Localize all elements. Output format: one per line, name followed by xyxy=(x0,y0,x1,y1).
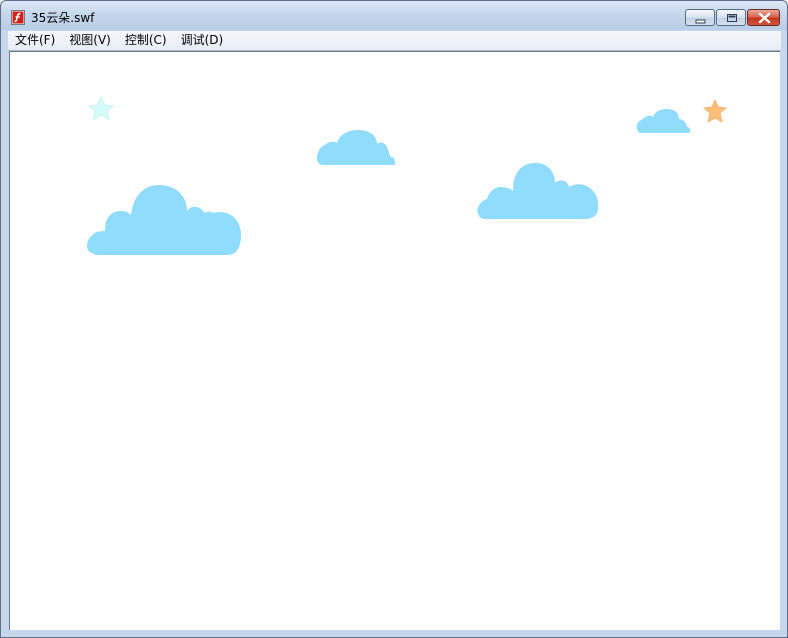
menu-file[interactable]: 文件(F) xyxy=(8,31,62,50)
app-window: 35云朵.swf 文件(F) 视图(V) 控制(C) 调试(D) xyxy=(0,0,788,638)
menu-debug[interactable]: 调试(D) xyxy=(174,31,231,50)
close-icon xyxy=(758,12,771,24)
cloud-small xyxy=(636,109,691,133)
maximize-icon xyxy=(727,14,737,22)
window-title: 35云朵.swf xyxy=(31,11,95,25)
cloud-large xyxy=(87,185,241,255)
title-bar[interactable]: 35云朵.swf xyxy=(1,1,787,31)
maximize-button[interactable] xyxy=(716,9,746,26)
menu-view[interactable]: 视图(V) xyxy=(62,31,118,50)
caption-buttons xyxy=(684,9,780,29)
star-right xyxy=(703,99,727,123)
flash-stage-area[interactable] xyxy=(9,51,780,630)
flash-player-icon xyxy=(11,10,25,25)
menu-control[interactable]: 控制(C) xyxy=(118,31,174,50)
star-left xyxy=(88,96,114,121)
stage-canvas xyxy=(87,96,727,255)
menu-bar: 文件(F) 视图(V) 控制(C) 调试(D) xyxy=(8,31,781,51)
minimize-icon xyxy=(695,19,706,24)
minimize-button[interactable] xyxy=(685,9,715,26)
cloud-right xyxy=(477,163,599,219)
cloud-middle xyxy=(317,130,395,165)
window-bottom-border[interactable] xyxy=(1,630,787,637)
close-button[interactable] xyxy=(747,9,780,26)
